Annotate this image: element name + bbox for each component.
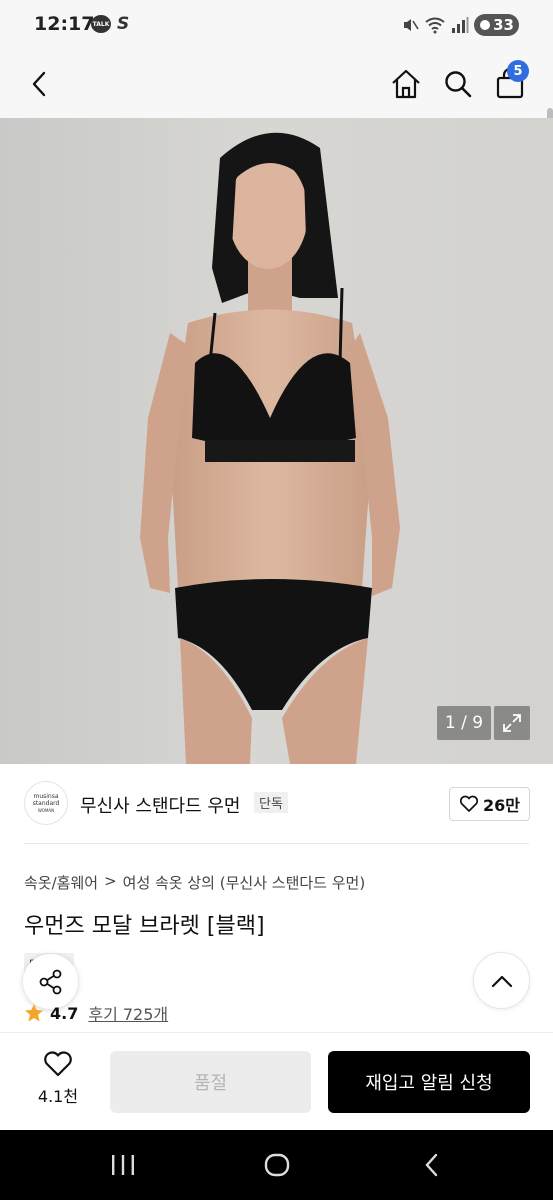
- battery-leaf-icon: [480, 20, 491, 30]
- kakaotalk-icon: TALK: [91, 15, 111, 33]
- mute-icon: [404, 19, 419, 31]
- s-app-icon: S: [117, 14, 130, 34]
- app-header: 5: [0, 50, 553, 166]
- back-arrow-icon: [32, 71, 46, 97]
- expand-icon: [503, 714, 521, 732]
- star-icon: [25, 1004, 43, 1022]
- product-image[interactable]: [0, 118, 553, 764]
- brand-logo-line1: musinsa: [33, 792, 59, 800]
- rating-score: 4.7: [50, 1003, 79, 1023]
- search-icon: [445, 71, 472, 98]
- search-button[interactable]: [436, 62, 480, 106]
- divider: [24, 843, 529, 844]
- product-title: 우먼즈 모달 브라렛 [블랙]: [24, 914, 265, 939]
- recent-apps-button[interactable]: [103, 1148, 143, 1182]
- breadcrumb-item-category[interactable]: 속옷/홈웨어: [24, 872, 98, 893]
- battery-indicator: 33: [474, 14, 519, 36]
- status-left-icons: TALK S: [91, 15, 129, 33]
- product-photo: [140, 132, 400, 764]
- home-nav-button[interactable]: [257, 1148, 297, 1182]
- back-nav-button[interactable]: [412, 1148, 452, 1182]
- home-circle-icon: [264, 1153, 290, 1177]
- share-icon: [39, 969, 61, 994]
- home-icon: [392, 69, 420, 99]
- cart-button[interactable]: 5: [488, 60, 532, 106]
- breadcrumb-separator: >: [104, 872, 117, 890]
- status-right-icons: 33: [401, 14, 519, 36]
- exclusive-tag: 단독: [254, 792, 288, 813]
- brand-name[interactable]: 무신사 스탠다드 우먼: [80, 792, 240, 818]
- expand-image-button[interactable]: [494, 706, 530, 740]
- heart-icon: [44, 1051, 72, 1077]
- bottom-action-bar: 4.1천 품절 재입고 알림 신청: [0, 1032, 553, 1130]
- breadcrumb-item-subcategory[interactable]: 여성 속옷 상의 (무신사 스탠다드 우먼): [123, 872, 366, 893]
- image-counter: 1 / 9: [437, 706, 491, 740]
- wifi-icon: [425, 17, 445, 34]
- chevron-up-icon: [491, 975, 512, 987]
- signal-icon: [452, 17, 469, 33]
- rating-row: 4.7 후기 725개: [24, 1001, 168, 1025]
- recent-apps-icon: [112, 1155, 134, 1175]
- breadcrumb: 속옷/홈웨어 > 여성 속옷 상의 (무신사 스탠다드 우먼): [24, 872, 365, 893]
- brand-like-button[interactable]: 26만: [449, 787, 530, 821]
- wishlist-button[interactable]: 4.1천: [26, 1051, 90, 1111]
- cart-count-badge: 5: [507, 60, 529, 82]
- brand-logo-line2: standard: [32, 799, 60, 807]
- system-nav-bar: [0, 1130, 553, 1200]
- review-link[interactable]: 후기 725개: [88, 1001, 168, 1025]
- heart-icon: [459, 795, 479, 812]
- sold-out-button[interactable]: 품절: [110, 1051, 311, 1113]
- home-button[interactable]: [384, 62, 428, 106]
- brand-logo-line3: WOMAN: [37, 807, 55, 813]
- back-chevron-icon: [425, 1153, 438, 1177]
- brand-like-count: 26만: [483, 796, 520, 815]
- status-time: 12:17: [34, 13, 95, 35]
- wishlist-count: 4.1천: [37, 1087, 79, 1106]
- status-bar: 12:17 TALK S 33: [0, 0, 553, 50]
- brand-logo[interactable]: musinsa standard WOMAN: [24, 781, 68, 825]
- back-button[interactable]: [18, 62, 62, 106]
- brand-row[interactable]: musinsa standard WOMAN 무신사 스탠다드 우먼 단독 26…: [0, 764, 553, 844]
- restock-alert-button[interactable]: 재입고 알림 신청: [328, 1051, 530, 1113]
- scroll-to-top-button[interactable]: [473, 952, 530, 1009]
- battery-level: 33: [493, 16, 514, 34]
